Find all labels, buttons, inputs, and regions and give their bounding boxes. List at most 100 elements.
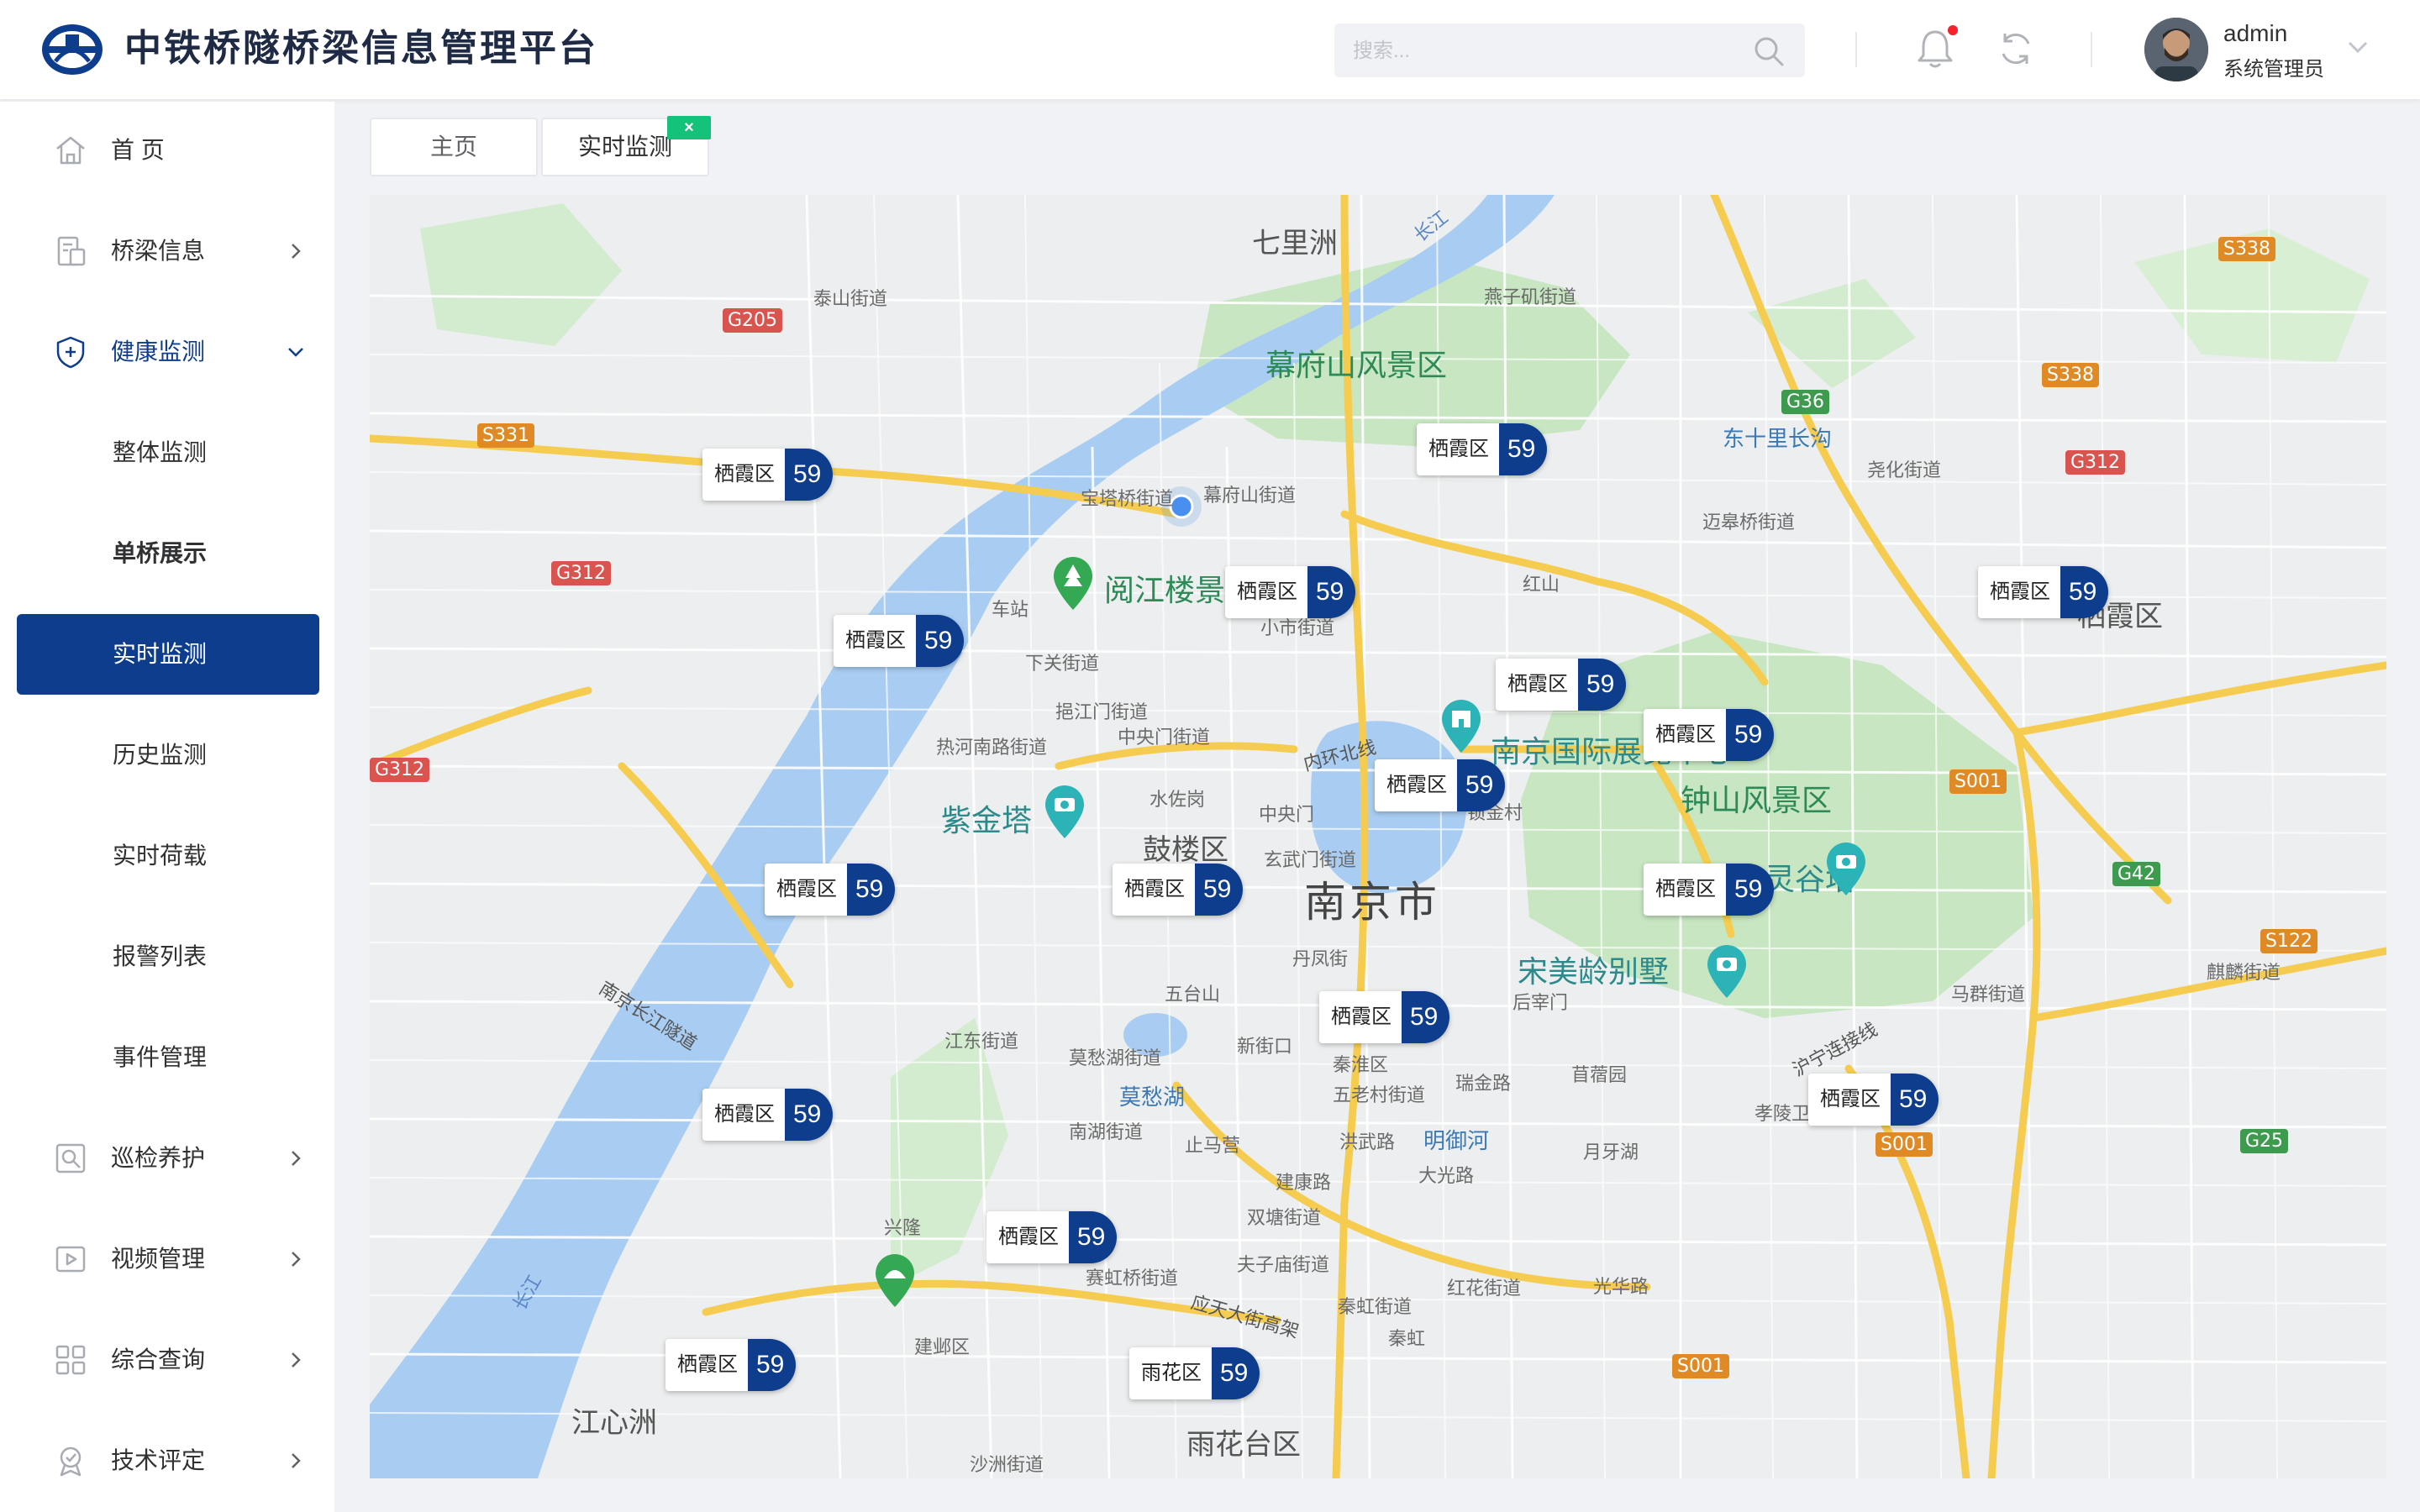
chevron-right-icon [292,1453,301,1468]
bridge-marker[interactable]: 栖霞区 59 [1225,566,1356,618]
map-label: 东十里长沟 [1723,427,1833,452]
bridge-marker[interactable]: 栖霞区 59 [834,615,965,667]
refresh-icon[interactable] [1995,25,2037,72]
marker-district: 栖霞区 [1808,1074,1891,1126]
bridge-marker[interactable]: 栖霞区 59 [1319,991,1450,1043]
bridge-marker[interactable]: 栖霞区 59 [702,1089,834,1141]
marker-district: 栖霞区 [1319,991,1402,1043]
bridge-marker[interactable]: 栖霞区 59 [666,1339,797,1391]
road-shield: S122 [2260,929,2317,953]
marker-district: 栖霞区 [1225,566,1307,618]
bridge-marker[interactable]: 栖霞区 59 [765,864,896,916]
camera-pin-icon[interactable] [1823,842,1869,897]
sidebar-item-video[interactable]: 视频管理 [17,1219,319,1299]
marker-district: 栖霞区 [702,449,785,501]
sidebar-subitem-overall-monitoring[interactable]: 整体监测 [17,412,319,493]
map-view[interactable]: G205 S331 G312 G312 G36 S338 S338 G312 S… [370,195,2386,1478]
map-label: 红山 [1523,575,1560,596]
bridge-marker[interactable]: 栖霞区 59 [1978,566,2109,618]
road-shield: G36 [1781,390,1830,414]
chevron-down-icon[interactable] [2346,39,2370,55]
camera-pin-icon[interactable] [1042,785,1087,840]
bridge-marker[interactable]: 栖霞区 59 [702,449,834,501]
park-pin-icon[interactable] [1050,556,1096,612]
district-label: 雨花台区 [1186,1428,1301,1462]
search-input[interactable] [1351,24,1741,79]
sidebar-item-query[interactable]: 综合查询 [17,1320,319,1400]
tab-home[interactable]: 主页 [370,118,538,176]
map-label: 车站 [992,600,1029,621]
marker-district: 栖霞区 [1978,566,2060,618]
map-label: 夫子庙街道 [1237,1255,1330,1276]
road-shield: G42 [2112,862,2161,886]
map-label: 燕子矶街道 [1484,287,1577,308]
bridge-marker[interactable]: 栖霞区 59 [1417,423,1548,475]
map-base-layer [370,195,2386,1478]
marker-district: 栖霞区 [1375,759,1457,811]
sidebar-subitem-label: 单桥展示 [113,540,208,566]
video-icon [55,1246,86,1273]
park-pin-icon[interactable] [872,1253,918,1309]
sidebar-item-bridge-info[interactable]: 桥梁信息 [17,211,319,291]
user-name[interactable]: admin [2223,20,2287,47]
sidebar-subitem-event-management[interactable]: 事件管理 [17,1017,319,1098]
map-label: 瑞金路 [1455,1074,1512,1095]
bridge-marker[interactable]: 栖霞区 59 [1496,659,1627,711]
district-label: 鼓楼区 [1143,833,1228,867]
bridge-marker[interactable]: 栖霞区 59 [1644,709,1775,761]
bridge-marker[interactable]: 雨花区 59 [1129,1347,1260,1399]
chevron-right-icon [292,1151,301,1166]
road-shield: S001 [1876,1132,1933,1157]
sidebar-subitem-realtime-monitoring[interactable]: 实时监测 [17,614,319,695]
scenic-label: 紫金塔 [941,804,1033,838]
sidebar-item-label: 综合查询 [111,1347,206,1373]
map-label: 后宰门 [1512,993,1569,1014]
marker-value: 59 [1726,709,1775,761]
map-label: 红花街道 [1447,1278,1522,1299]
map-label: 水佐岗 [1150,790,1206,811]
sidebar-subitem-realtime-load[interactable]: 实时荷载 [17,816,319,896]
sidebar: 首 页 桥梁信息 健康监测 整体监测 单桥展示 实时监测 历史监测 实时荷载 报… [0,102,334,1512]
camera-pin-icon[interactable] [1704,944,1749,1000]
map-label: 迈皋桥街道 [1702,512,1796,533]
chevron-right-icon [292,1352,301,1368]
bridge-marker[interactable]: 栖霞区 59 [1375,759,1506,811]
marker-value: 59 [1578,659,1627,711]
search-icon[interactable] [1753,35,1785,67]
search-box[interactable] [1334,24,1805,79]
sidebar-item-label: 桥梁信息 [111,238,206,264]
road-shield: S001 [1949,769,2007,794]
marker-value: 59 [847,864,896,916]
map-label: 中央门街道 [1118,727,1211,748]
sidebar-subitem-history-monitoring[interactable]: 历史监测 [17,715,319,795]
sidebar-item-home[interactable]: 首 页 [17,110,319,191]
shield-icon [56,336,85,369]
bridge-marker[interactable]: 栖霞区 59 [1113,864,1244,916]
sidebar-subitem-alarm-list[interactable]: 报警列表 [17,916,319,997]
building-pin-icon[interactable] [1439,699,1484,754]
bridge-marker[interactable]: 栖霞区 59 [986,1211,1118,1263]
chevron-down-icon [288,348,303,357]
sidebar-item-inspection[interactable]: 巡检养护 [17,1118,319,1199]
map-label: 七里洲 [1252,227,1338,260]
marker-value: 59 [785,1089,834,1141]
avatar[interactable] [2144,18,2208,81]
map-label: 五老村街道 [1333,1085,1426,1106]
sidebar-subitem-label: 历史监测 [113,742,208,768]
sidebar-item-health-monitoring[interactable]: 健康监测 [17,312,319,392]
marker-value: 59 [2060,566,2109,618]
sidebar-item-evaluation[interactable]: 技术评定 [17,1420,319,1501]
road-shield: S331 [477,423,534,448]
tab-close-button[interactable]: × [667,116,711,139]
marker-district: 栖霞区 [765,864,847,916]
chevron-right-icon [292,1252,301,1267]
map-label: 江东街道 [944,1032,1019,1053]
bridge-marker[interactable]: 栖霞区 59 [1644,864,1775,916]
user-role: 系统管理员 [2223,58,2324,81]
map-label: 兴隆 [884,1218,922,1239]
bridge-marker[interactable]: 栖霞区 59 [1808,1074,1939,1126]
building-icon [57,236,86,266]
sidebar-subitem-single-bridge[interactable]: 单桥展示 [17,513,319,594]
marker-value: 59 [785,449,834,501]
road-shield: G312 [551,561,612,585]
